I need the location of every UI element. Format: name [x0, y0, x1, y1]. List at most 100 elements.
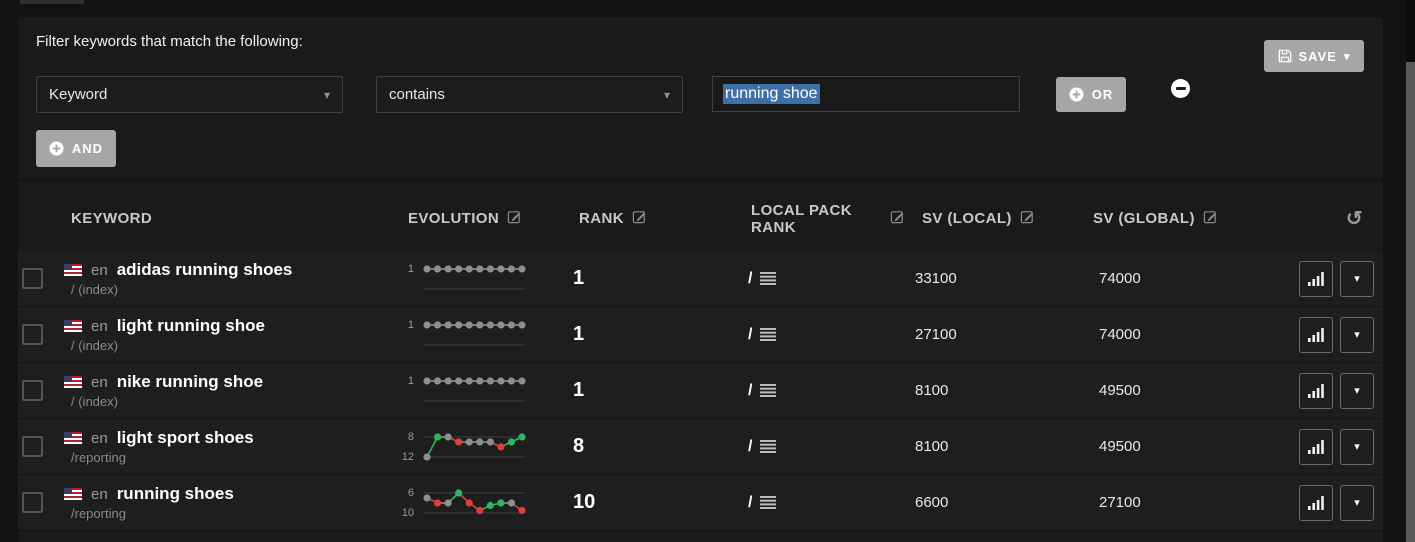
keyword-filter-panel: Filter keywords that match the following…: [18, 17, 1383, 542]
edit-icon[interactable]: [890, 209, 905, 228]
list-icon[interactable]: [760, 496, 776, 509]
sv-local-value: 33100: [905, 270, 1085, 287]
keyword-path: / (index): [64, 282, 395, 297]
chart-button[interactable]: [1299, 317, 1333, 353]
evolution-chart: [421, 488, 528, 518]
chevron-down-icon: ▾: [324, 88, 330, 102]
table-row: en light running shoe / (index) 1 1 / 27…: [18, 307, 1383, 363]
row-dropdown-button[interactable]: ▾: [1340, 429, 1374, 465]
chart-button[interactable]: [1299, 373, 1333, 409]
chart-button[interactable]: [1299, 261, 1333, 297]
plus-circle-icon: [49, 141, 64, 156]
chart-button[interactable]: [1299, 429, 1333, 465]
chart-button[interactable]: [1299, 485, 1333, 521]
rank-value: 1: [545, 323, 745, 346]
list-icon[interactable]: [760, 328, 776, 341]
list-icon[interactable]: [760, 440, 776, 453]
table-body: en adidas running shoes / (index) 1 1 / …: [18, 251, 1383, 531]
scrollbar-thumb[interactable]: [1406, 62, 1415, 542]
filter-field-select[interactable]: Keyword ▾: [36, 76, 343, 113]
edit-icon[interactable]: [507, 209, 522, 228]
filter-label: Filter keywords that match the following…: [36, 33, 303, 50]
edit-icon[interactable]: [1020, 209, 1035, 228]
edit-icon[interactable]: [632, 209, 647, 228]
list-icon[interactable]: [760, 384, 776, 397]
local-pack-rank-value: /: [748, 270, 752, 288]
bar-chart-icon: [1308, 384, 1324, 398]
sv-global-value: 74000: [1085, 326, 1265, 343]
evolution-top-label: 1: [395, 320, 414, 330]
row-checkbox[interactable]: [22, 268, 43, 289]
table-header: KEYWORD EVOLUTION RANK LOCAL PACK RANK S…: [18, 180, 1383, 251]
row-dropdown-button[interactable]: ▾: [1340, 485, 1374, 521]
lang-label: en: [91, 318, 108, 335]
row-dropdown-button[interactable]: ▾: [1340, 373, 1374, 409]
row-checkbox[interactable]: [22, 380, 43, 401]
chevron-down-icon: ▾: [1354, 496, 1360, 509]
evolution-chart: [421, 432, 528, 462]
filter-operator-select[interactable]: contains ▾: [376, 76, 683, 113]
evolution-top-label: 6: [395, 488, 414, 498]
keyword-label: light running shoe: [117, 316, 265, 336]
lang-label: en: [91, 430, 108, 447]
header-sv-local: SV (LOCAL): [905, 209, 1085, 228]
sv-global-value: 27100: [1085, 494, 1265, 511]
or-button[interactable]: OR: [1056, 77, 1126, 112]
table-row: en light sport shoes /reporting 8 12 8 /…: [18, 419, 1383, 475]
row-checkbox[interactable]: [22, 324, 43, 345]
sv-local-value: 27100: [905, 326, 1085, 343]
sv-local-value: 6600: [905, 494, 1085, 511]
minus-icon: [1176, 87, 1186, 90]
plus-circle-icon: [1069, 87, 1084, 102]
remove-condition-button[interactable]: [1171, 79, 1190, 98]
row-checkbox[interactable]: [22, 492, 43, 513]
local-pack-rank-value: /: [748, 326, 752, 344]
save-button[interactable]: SAVE ▾: [1264, 40, 1364, 72]
us-flag-icon: [64, 320, 82, 332]
lang-label: en: [91, 374, 108, 391]
us-flag-icon: [64, 432, 82, 444]
row-dropdown-button[interactable]: ▾: [1340, 261, 1374, 297]
refresh-icon[interactable]: ↺: [1346, 209, 1363, 229]
us-flag-icon: [64, 488, 82, 500]
header-sv-global: SV (GLOBAL): [1085, 209, 1265, 228]
table-row: en adidas running shoes / (index) 1 1 / …: [18, 251, 1383, 307]
evolution-axis-labels: 1: [395, 376, 414, 406]
evolution-top-label: 1: [395, 376, 414, 386]
keyword-path: / (index): [64, 394, 395, 409]
evolution-axis-labels: 1: [395, 320, 414, 350]
scrollbar-track[interactable]: [1406, 0, 1415, 542]
evolution-top-label: 8: [395, 432, 414, 442]
edit-icon[interactable]: [1203, 209, 1218, 228]
evolution-chart: [421, 376, 528, 406]
rank-value: 10: [545, 491, 745, 514]
evolution-top-label: 1: [395, 264, 414, 274]
rank-value: 1: [545, 267, 745, 290]
save-disk-icon: [1278, 49, 1292, 63]
chevron-down-icon: ▾: [664, 88, 670, 102]
evolution-chart: [421, 264, 528, 294]
chevron-down-icon: ▾: [1354, 440, 1360, 453]
table-row: en nike running shoe / (index) 1 1 / 810…: [18, 363, 1383, 419]
header-actions: ↺: [1265, 209, 1383, 229]
evolution-bottom-label: 10: [395, 508, 414, 518]
and-button[interactable]: AND: [36, 130, 116, 167]
row-dropdown-button[interactable]: ▾: [1340, 317, 1374, 353]
chevron-down-icon: ▾: [1344, 50, 1351, 63]
keyword-path: /reporting: [64, 506, 395, 521]
sv-global-value: 49500: [1085, 438, 1265, 455]
keyword-path: /reporting: [64, 450, 395, 465]
us-flag-icon: [64, 264, 82, 276]
filter-value-input[interactable]: running shoe: [712, 76, 1020, 112]
keyword-path: / (index): [64, 338, 395, 353]
bar-chart-icon: [1308, 496, 1324, 510]
header-evolution: EVOLUTION: [395, 209, 545, 228]
header-local-pack-rank: LOCAL PACK RANK: [745, 202, 905, 236]
row-checkbox[interactable]: [22, 436, 43, 457]
filter-section: Filter keywords that match the following…: [18, 17, 1383, 180]
chevron-down-icon: ▾: [1354, 384, 1360, 397]
list-icon[interactable]: [760, 272, 776, 285]
top-tab-remnant: [20, 0, 84, 4]
filter-value-text: running shoe: [723, 84, 820, 104]
evolution-axis-labels: 6 10: [395, 488, 414, 518]
